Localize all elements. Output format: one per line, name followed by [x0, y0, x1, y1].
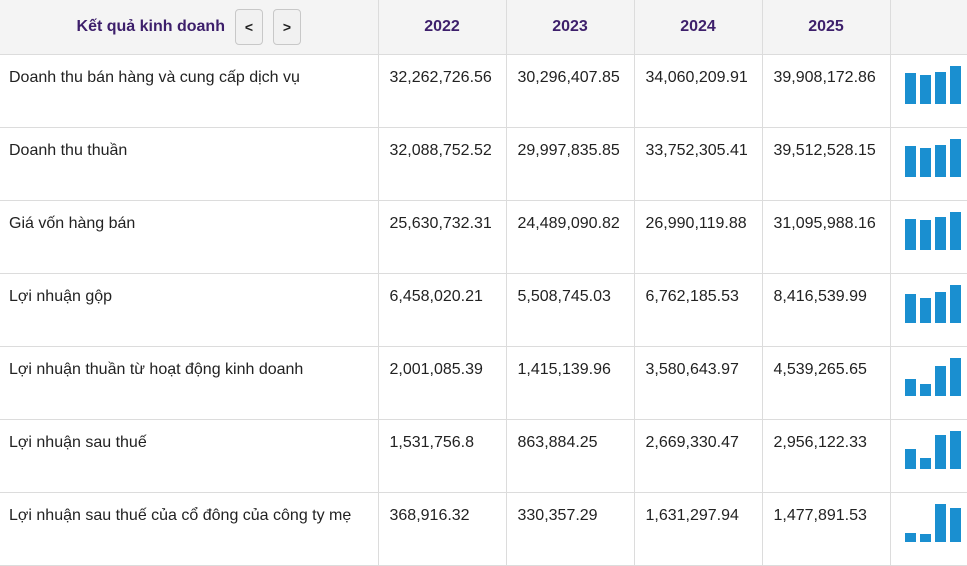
value-cell: 32,088,752.52 [378, 127, 507, 201]
section-title: Kết quả kinh doanh [76, 18, 225, 35]
value-cell: 4,539,265.65 [762, 346, 891, 420]
header-title-cell: Kết quả kinh doanh < > [0, 0, 379, 55]
sparkline-bars [904, 139, 961, 177]
sparkline-bar [934, 435, 946, 469]
sparkline-bar [934, 217, 946, 250]
value-cell: 1,415,139.96 [506, 346, 635, 420]
value-cell: 39,908,172.86 [762, 54, 891, 128]
sparkline-cell[interactable] [890, 419, 967, 493]
year-header-2025: 2025 [762, 0, 891, 55]
sparkline-bar [934, 72, 946, 104]
sparkline-bar [949, 508, 961, 542]
sparkline-bar [904, 294, 916, 323]
value-cell: 33,752,305.41 [634, 127, 763, 201]
sparkline-bars [904, 358, 961, 396]
sparkline-bar [919, 384, 931, 396]
sparkline-bar [919, 298, 931, 323]
sparkline-bar [919, 220, 931, 250]
sparkline-cell[interactable] [890, 127, 967, 201]
sparkline-cell[interactable] [890, 273, 967, 347]
header-row: Kết quả kinh doanh < > 2022 2023 2024 20… [0, 0, 967, 55]
value-cell: 32,262,726.56 [378, 54, 507, 128]
sparkline-bar [904, 533, 916, 542]
financial-results-table: Kết quả kinh doanh < > 2022 2023 2024 20… [0, 0, 967, 566]
value-cell: 29,997,835.85 [506, 127, 635, 201]
header-title-wrap: Kết quả kinh doanh < > [0, 9, 378, 45]
sparkline-bar [919, 148, 931, 177]
sparkline-bar [934, 292, 946, 323]
sparkline-bar [919, 534, 931, 542]
sparkline-cell[interactable] [890, 200, 967, 274]
sparkline-bar [949, 285, 961, 323]
sparkline-bar [934, 504, 946, 542]
row-label: Giá vốn hàng bán [0, 200, 379, 274]
value-cell: 5,508,745.03 [506, 273, 635, 347]
row-label: Doanh thu thuần [0, 127, 379, 201]
table-row: Lợi nhuận gộp 6,458,020.21 5,508,745.03 … [0, 273, 967, 347]
sparkline-bar [904, 379, 916, 396]
sparkline-bar [949, 431, 961, 469]
sparkline-cell[interactable] [890, 346, 967, 420]
sparkline-bar [949, 212, 961, 250]
value-cell: 330,357.29 [506, 492, 635, 566]
table-row: Doanh thu thuần 32,088,752.52 29,997,835… [0, 127, 967, 201]
value-cell: 24,489,090.82 [506, 200, 635, 274]
sparkline-bars [904, 285, 961, 323]
value-cell: 368,916.32 [378, 492, 507, 566]
sparkline-bar [919, 75, 931, 104]
table-row: Lợi nhuận thuần từ hoạt động kinh doanh … [0, 346, 967, 420]
sparkline-bars [904, 212, 961, 250]
value-cell: 6,762,185.53 [634, 273, 763, 347]
sparkline-bar [904, 73, 916, 104]
sparkline-bar [949, 66, 961, 104]
value-cell: 30,296,407.85 [506, 54, 635, 128]
value-cell: 31,095,988.16 [762, 200, 891, 274]
value-cell: 26,990,119.88 [634, 200, 763, 274]
value-cell: 2,956,122.33 [762, 419, 891, 493]
value-cell: 1,477,891.53 [762, 492, 891, 566]
value-cell: 8,416,539.99 [762, 273, 891, 347]
year-header-2024: 2024 [634, 0, 763, 55]
value-cell: 6,458,020.21 [378, 273, 507, 347]
sparkline-bar [949, 358, 961, 396]
table-row: Giá vốn hàng bán 25,630,732.31 24,489,09… [0, 200, 967, 274]
table-row: Lợi nhuận sau thuế 1,531,756.8 863,884.2… [0, 419, 967, 493]
value-cell: 1,631,297.94 [634, 492, 763, 566]
value-cell: 2,001,085.39 [378, 346, 507, 420]
value-cell: 3,580,643.97 [634, 346, 763, 420]
prev-period-button[interactable]: < [234, 9, 263, 45]
sparkline-bars [904, 431, 961, 469]
year-header-2023: 2023 [506, 0, 635, 55]
value-cell: 25,630,732.31 [378, 200, 507, 274]
row-label: Doanh thu bán hàng và cung cấp dịch vụ [0, 54, 379, 128]
sparkline-bars [904, 66, 961, 104]
sparkline-bars [904, 504, 961, 542]
row-label: Lợi nhuận sau thuế [0, 419, 379, 493]
value-cell: 34,060,209.91 [634, 54, 763, 128]
sparkline-bar [904, 219, 916, 250]
value-cell: 1,531,756.8 [378, 419, 507, 493]
sparkline-cell[interactable] [890, 54, 967, 128]
value-cell: 39,512,528.15 [762, 127, 891, 201]
value-cell: 863,884.25 [506, 419, 635, 493]
sparkline-cell[interactable] [890, 492, 967, 566]
table-body: Doanh thu bán hàng và cung cấp dịch vụ 3… [0, 54, 967, 566]
row-label: Lợi nhuận gộp [0, 273, 379, 347]
sparkline-bar [949, 139, 961, 177]
row-label: Lợi nhuận thuần từ hoạt động kinh doanh [0, 346, 379, 420]
sparkline-bar [919, 458, 931, 469]
table-row: Lợi nhuận sau thuế của cổ đông của công … [0, 492, 967, 566]
value-cell: 2,669,330.47 [634, 419, 763, 493]
next-period-button[interactable]: > [272, 9, 301, 45]
sparkline-bar [934, 145, 946, 177]
sparkline-bar [904, 146, 916, 177]
table-header: Kết quả kinh doanh < > 2022 2023 2024 20… [0, 0, 967, 55]
sparkline-bar [934, 366, 946, 396]
year-header-2022: 2022 [378, 0, 507, 55]
row-label: Lợi nhuận sau thuế của cổ đông của công … [0, 492, 379, 566]
sparkline-header [890, 0, 967, 55]
sparkline-bar [904, 449, 916, 469]
table-row: Doanh thu bán hàng và cung cấp dịch vụ 3… [0, 54, 967, 128]
